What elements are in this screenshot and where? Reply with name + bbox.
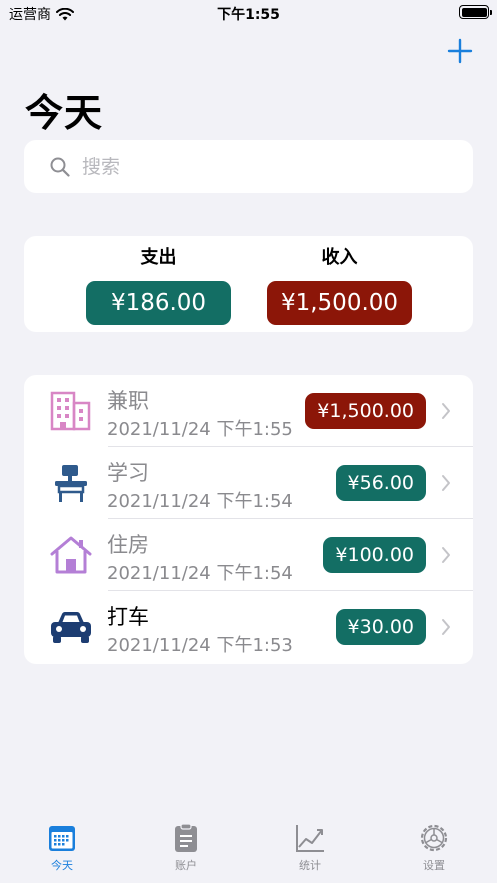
house-icon <box>50 536 92 574</box>
tab-label: 设置 <box>423 859 445 872</box>
tab-label: 今天 <box>51 859 73 872</box>
transaction-name: 住房 <box>107 533 149 557</box>
transaction-amount: ¥56.00 <box>335 465 426 501</box>
list-item[interactable]: 打车 2021/11/24 下午1:53 ¥30.00 <box>24 591 473 663</box>
transaction-date: 2021/11/24 下午1:54 <box>107 563 293 584</box>
transaction-amount: ¥1,500.00 <box>305 393 426 429</box>
page-title: 今天 <box>25 91 104 135</box>
income-label: 收入 <box>321 247 358 268</box>
income-summary: 收入 ¥1,500.00 <box>267 244 412 325</box>
expense-total: ¥186.00 <box>86 281 231 325</box>
expense-summary: 支出 ¥186.00 <box>86 244 231 325</box>
expense-label: 支出 <box>140 247 177 268</box>
car-icon <box>51 612 91 643</box>
search-input[interactable] <box>82 155 442 178</box>
add-button[interactable] <box>447 38 473 64</box>
status-bar: 运营商 下午1:55 <box>0 0 497 26</box>
transaction-date: 2021/11/24 下午1:53 <box>107 635 293 656</box>
chevron-right-icon <box>442 619 450 635</box>
tab-settings[interactable]: 设置 <box>394 823 474 873</box>
transaction-list: 兼职 2021/11/24 下午1:55 ¥1,500.00 学习 2021/1… <box>24 375 473 664</box>
status-time: 下午1:55 <box>217 7 280 23</box>
calendar-icon <box>49 826 75 851</box>
list-item[interactable]: 兼职 2021/11/24 下午1:55 ¥1,500.00 <box>24 375 473 447</box>
tab-statistics[interactable]: 统计 <box>270 823 350 873</box>
transaction-amount: ¥100.00 <box>323 537 426 573</box>
summary-card: 支出 ¥186.00 收入 ¥1,500.00 <box>24 236 473 332</box>
tab-bar: 今天 账户 统计 设置 <box>0 823 497 883</box>
transaction-amount: ¥30.00 <box>335 609 426 645</box>
chart-icon <box>296 825 324 852</box>
list-item[interactable]: 住房 2021/11/24 下午1:54 ¥100.00 <box>24 519 473 591</box>
chevron-right-icon <box>442 547 450 563</box>
list-item[interactable]: 学习 2021/11/24 下午1:54 ¥56.00 <box>24 447 473 519</box>
transaction-name: 打车 <box>107 605 149 629</box>
transaction-name: 学习 <box>107 461 149 485</box>
tab-label: 统计 <box>299 859 321 872</box>
battery-icon <box>459 5 492 19</box>
tab-label: 账户 <box>175 859 197 872</box>
search-bar[interactable] <box>24 140 473 193</box>
transaction-name: 兼职 <box>107 389 149 413</box>
income-total: ¥1,500.00 <box>267 281 412 325</box>
transaction-date: 2021/11/24 下午1:54 <box>107 491 293 512</box>
tab-today[interactable]: 今天 <box>22 823 102 873</box>
gear-icon <box>420 824 448 852</box>
clipboard-icon <box>175 823 197 852</box>
chevron-right-icon <box>442 475 450 491</box>
transaction-date: 2021/11/24 下午1:55 <box>107 419 293 440</box>
building-icon <box>50 391 91 431</box>
chevron-right-icon <box>442 403 450 419</box>
tab-accounts[interactable]: 账户 <box>146 823 226 873</box>
search-icon <box>50 157 70 177</box>
school-desk-icon <box>55 465 87 502</box>
